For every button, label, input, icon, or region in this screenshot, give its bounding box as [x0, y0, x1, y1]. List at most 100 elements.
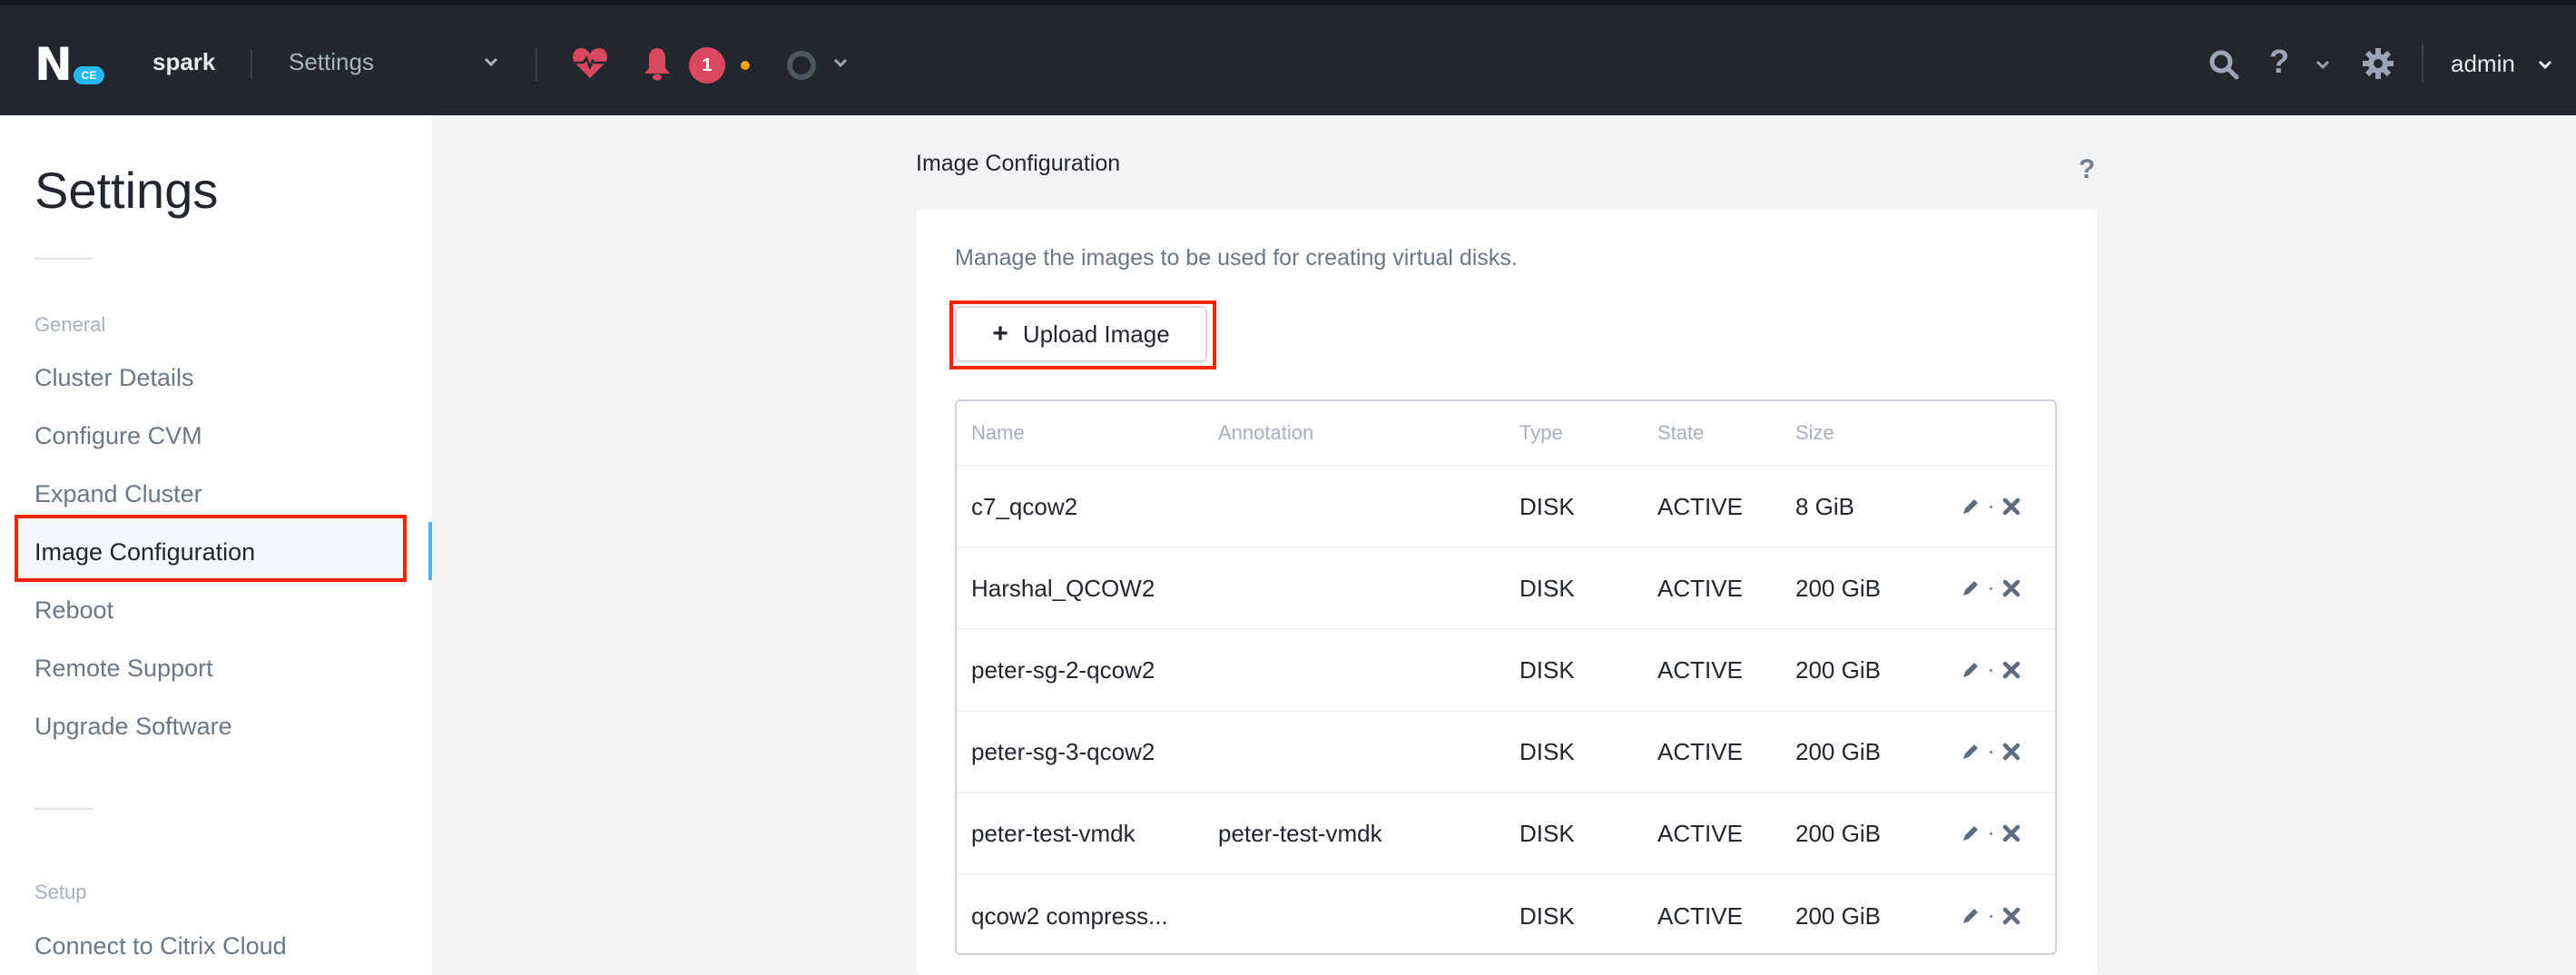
search-icon[interactable]: [2207, 48, 2240, 81]
edit-icon[interactable]: [1961, 906, 1981, 926]
row-actions: [1961, 875, 2021, 957]
sidebar-heading-general: General: [34, 313, 106, 336]
active-item-indicator: [428, 522, 432, 580]
logo-letter: N: [34, 38, 73, 91]
image-name: Harshal_QCOW2: [971, 574, 1155, 602]
image-state: ACTIVE: [1657, 819, 1743, 847]
sidebar-heading-setup: Setup: [34, 881, 87, 903]
column-header-annotation[interactable]: Annotation: [1218, 401, 1313, 465]
image-state: ACTIVE: [1657, 655, 1743, 684]
row-actions: [1961, 630, 2021, 710]
image-name: peter-sg-3-qcow2: [971, 737, 1155, 765]
image-type: DISK: [1519, 492, 1575, 520]
warning-dot-icon: [741, 61, 750, 70]
divider: [34, 258, 93, 260]
section-selector[interactable]: Settings: [289, 48, 374, 76]
edit-icon[interactable]: [1961, 660, 1981, 680]
image-name: peter-test-vmdk: [971, 819, 1136, 847]
table-row[interactable]: c7_qcow2 DISK ACTIVE 8 GiB: [957, 467, 2055, 548]
sidebar-item-remote-support[interactable]: Remote Support: [16, 635, 407, 702]
nutanix-logo[interactable]: N CE: [34, 38, 122, 91]
user-menu[interactable]: admin: [2451, 50, 2515, 78]
ce-badge: CE: [71, 64, 107, 87]
image-type: DISK: [1519, 737, 1575, 765]
row-actions: [1961, 793, 2021, 873]
help-question-icon[interactable]: ?: [2269, 43, 2289, 81]
image-name: qcow2 compress...: [971, 901, 1168, 930]
table-row[interactable]: peter-test-vmdk peter-test-vmdk DISK ACTIVE…: [957, 793, 2055, 875]
tasks-circle-icon[interactable]: [787, 51, 816, 80]
table-header: Name Annotation Type State Size: [957, 401, 2055, 467]
separator-dot: [1990, 668, 1992, 672]
delete-icon[interactable]: [2001, 742, 2021, 762]
page-title: Image Configuration: [916, 151, 1121, 176]
row-actions: [1961, 712, 2021, 792]
sidebar-item-configure-cvm[interactable]: Configure CVM: [16, 402, 407, 469]
sidebar-item-image-configuration[interactable]: Image Configuration: [16, 518, 407, 586]
image-size: 200 GiB: [1795, 819, 1881, 847]
divider: [536, 48, 537, 81]
upload-image-button[interactable]: + Upload Image: [955, 306, 1207, 362]
divider: [2422, 44, 2424, 83]
sidebar-title: Settings: [34, 162, 219, 219]
edit-icon[interactable]: [1961, 823, 1981, 843]
cluster-name[interactable]: spark: [152, 48, 215, 76]
help-question-icon[interactable]: ?: [2079, 154, 2095, 185]
table-row[interactable]: Harshal_QCOW2 DISK ACTIVE 200 GiB: [957, 548, 2055, 630]
image-type: DISK: [1519, 819, 1575, 847]
bell-icon[interactable]: [643, 46, 672, 83]
image-type: DISK: [1519, 901, 1575, 930]
edit-icon[interactable]: [1961, 497, 1981, 517]
row-actions: [1961, 467, 2021, 547]
edit-icon[interactable]: [1961, 578, 1981, 598]
image-size: 200 GiB: [1795, 901, 1881, 930]
delete-icon[interactable]: [2001, 578, 2021, 598]
heart-pulse-icon[interactable]: [572, 47, 608, 80]
column-header-size[interactable]: Size: [1795, 401, 1834, 465]
column-header-state[interactable]: State: [1657, 401, 1704, 465]
delete-icon[interactable]: [2001, 823, 2021, 843]
column-header-type[interactable]: Type: [1519, 401, 1563, 465]
sidebar-item-reboot[interactable]: Reboot: [16, 576, 407, 644]
delete-icon[interactable]: [2001, 660, 2021, 680]
image-type: DISK: [1519, 655, 1575, 684]
separator-dot: [1990, 505, 1992, 508]
sidebar-item-cluster-details[interactable]: Cluster Details: [16, 344, 407, 411]
separator-dot: [1990, 586, 1992, 590]
upload-image-label: Upload Image: [1022, 320, 1170, 348]
table-row[interactable]: peter-sg-3-qcow2 DISK ACTIVE 200 GiB: [957, 712, 2055, 793]
chevron-down-icon[interactable]: [2314, 55, 2332, 74]
image-size: 200 GiB: [1795, 655, 1881, 684]
delete-icon[interactable]: [2001, 906, 2021, 926]
chevron-down-icon[interactable]: [2536, 55, 2554, 74]
chevron-down-icon[interactable]: [481, 52, 501, 72]
sidebar-item-upgrade-software[interactable]: Upgrade Software: [16, 693, 407, 760]
chevron-down-icon[interactable]: [831, 54, 850, 72]
image-name: peter-sg-2-qcow2: [971, 655, 1155, 684]
edit-icon[interactable]: [1961, 742, 1981, 762]
image-type: DISK: [1519, 574, 1575, 602]
delete-icon[interactable]: [2001, 497, 2021, 517]
image-size: 200 GiB: [1795, 574, 1881, 602]
image-state: ACTIVE: [1657, 574, 1743, 602]
image-state: ACTIVE: [1657, 737, 1743, 765]
image-annotation: peter-test-vmdk: [1218, 819, 1382, 847]
image-size: 200 GiB: [1795, 737, 1881, 765]
sidebar-item-expand-cluster[interactable]: Expand Cluster: [16, 460, 407, 527]
settings-sidebar: Settings General Cluster Details Configu…: [0, 115, 432, 975]
table-row[interactable]: qcow2 compress... DISK ACTIVE 200 GiB: [957, 875, 2055, 957]
image-state: ACTIVE: [1657, 492, 1743, 520]
image-size: 8 GiB: [1795, 492, 1855, 520]
sidebar-item-connect-citrix-cloud[interactable]: Connect to Citrix Cloud: [16, 912, 407, 975]
alerts-count-badge[interactable]: 1: [689, 47, 725, 84]
column-header-name[interactable]: Name: [971, 401, 1025, 465]
divider: [34, 808, 93, 810]
top-navigation-bar: N CE spark Settings 1 ? admin: [0, 0, 2576, 115]
image-state: ACTIVE: [1657, 901, 1743, 930]
separator-dot: [1990, 914, 1992, 918]
gear-icon[interactable]: [2362, 47, 2394, 80]
table-row[interactable]: peter-sg-2-qcow2 DISK ACTIVE 200 GiB: [957, 630, 2055, 712]
images-table: Name Annotation Type State Size c7_qcow2…: [955, 399, 2057, 955]
row-actions: [1961, 548, 2021, 628]
image-name: c7_qcow2: [971, 492, 1078, 520]
